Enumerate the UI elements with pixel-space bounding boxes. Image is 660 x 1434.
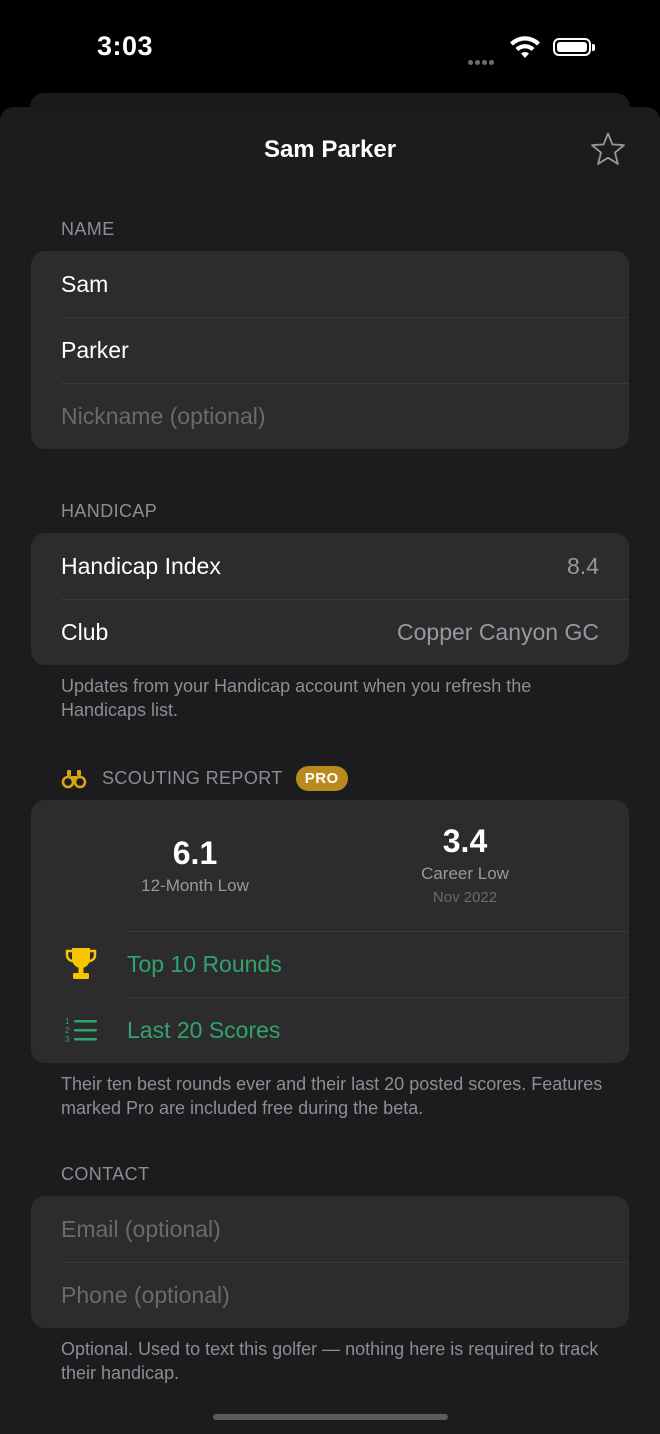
- scouting-stats: 6.1 12-Month Low 3.4 Career Low Nov 2022: [31, 800, 629, 931]
- club-label: Club: [61, 618, 109, 645]
- scouting-footer: Their ten best rounds ever and their las…: [61, 1074, 603, 1118]
- scouting-section-header: SCOUTING REPORT PRO: [61, 766, 348, 791]
- first-name-value: Sam: [61, 270, 109, 297]
- status-time: 3:03: [97, 31, 154, 61]
- contact-group: Email (optional) Phone (optional): [31, 1196, 629, 1328]
- battery-icon: [553, 38, 595, 56]
- career-low-date: Nov 2022: [432, 889, 498, 906]
- career-low-label: Career Low: [421, 864, 509, 883]
- handicap-group: Handicap Index 8.4 Club Copper Canyon GC: [31, 533, 629, 665]
- cellular-signal-icon: [468, 52, 496, 70]
- wifi-icon: [510, 36, 540, 58]
- twelve-month-low-value: 6.1: [172, 835, 218, 871]
- phone-field[interactable]: Phone (optional): [31, 1262, 629, 1328]
- numbered-list-icon: 1 2 3: [65, 1017, 97, 1044]
- top-rounds-row[interactable]: Top 10 Rounds: [31, 931, 629, 997]
- scouting-group: 6.1 12-Month Low 3.4 Career Low Nov 2022…: [31, 800, 629, 1063]
- top-rounds-link: Top 10 Rounds: [127, 950, 282, 977]
- page-title: Sam Parker: [263, 136, 397, 163]
- handicap-index-row: Handicap Index 8.4: [31, 533, 629, 599]
- contact-section-header: CONTACT: [61, 1164, 150, 1184]
- last-scores-link: Last 20 Scores: [127, 1016, 281, 1043]
- trophy-icon: [65, 948, 97, 979]
- first-name-field[interactable]: Sam: [31, 251, 629, 317]
- club-value: Copper Canyon GC: [397, 618, 599, 645]
- career-low-value: 3.4: [442, 823, 488, 859]
- pro-badge: PRO: [295, 766, 348, 791]
- binoculars-icon: [61, 769, 87, 788]
- handicap-section-header: HANDICAP: [61, 501, 158, 521]
- club-row: Club Copper Canyon GC: [31, 599, 629, 665]
- handicap-index-value: 8.4: [567, 552, 599, 579]
- phone-placeholder: Phone (optional): [61, 1281, 230, 1308]
- status-bar: 3:03: [0, 0, 660, 94]
- handicap-footer: Updates from your Handicap account when …: [61, 676, 532, 720]
- handicap-index-label: Handicap Index: [61, 552, 221, 579]
- last-name-field[interactable]: Parker: [31, 317, 629, 383]
- email-placeholder: Email (optional): [61, 1215, 221, 1242]
- name-group: Sam Parker Nickname (optional): [31, 251, 629, 449]
- nickname-placeholder: Nickname (optional): [61, 402, 266, 429]
- career-low-stat: 3.4 Career Low Nov 2022: [340, 823, 590, 906]
- scouting-header-label: SCOUTING REPORT: [102, 768, 283, 788]
- contact-footer: Optional. Used to text this golfer — not…: [61, 1339, 599, 1383]
- twelve-month-low-label: 12-Month Low: [141, 876, 249, 895]
- svg-text:1: 1: [65, 1017, 70, 1026]
- name-section-header: NAME: [61, 219, 115, 239]
- last-scores-row[interactable]: 1 2 3 Last 20 Scores: [31, 997, 629, 1063]
- home-indicator[interactable]: [213, 1414, 448, 1420]
- svg-text:3: 3: [65, 1035, 70, 1044]
- last-name-value: Parker: [61, 336, 129, 363]
- svg-text:2: 2: [65, 1026, 70, 1035]
- nickname-field[interactable]: Nickname (optional): [31, 383, 629, 449]
- email-field[interactable]: Email (optional): [31, 1196, 629, 1262]
- twelve-month-low-stat: 6.1 12-Month Low: [70, 835, 320, 896]
- star-icon[interactable]: [589, 131, 627, 169]
